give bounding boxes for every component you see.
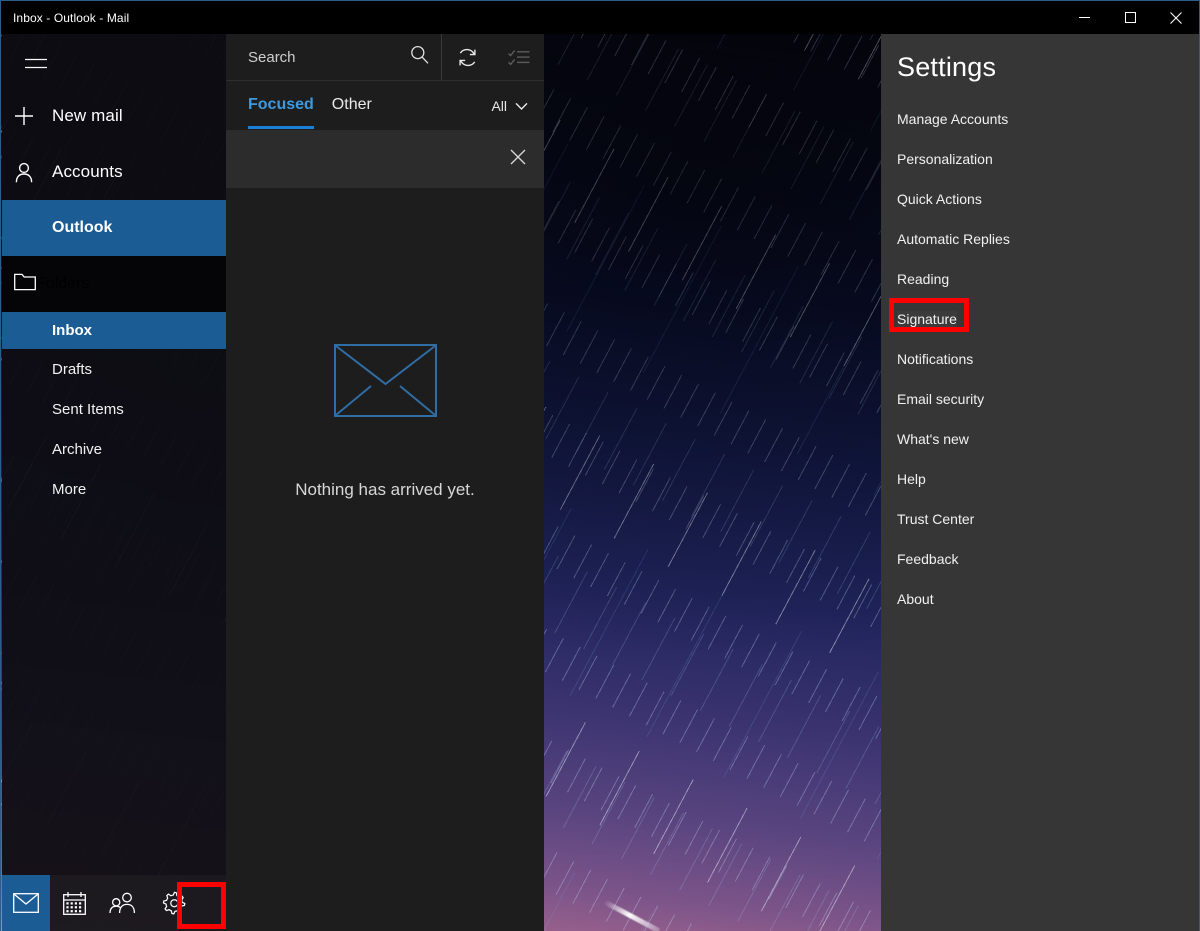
folder-item-more[interactable]: More	[2, 469, 226, 509]
chevron-down-icon	[515, 98, 528, 114]
selection-mode-button[interactable]	[493, 34, 544, 80]
new-mail-label: New mail	[52, 106, 123, 125]
search-placeholder: Search	[248, 48, 296, 66]
person-icon	[14, 162, 52, 183]
sync-button[interactable]	[442, 34, 493, 80]
minimize-button[interactable]	[1061, 1, 1107, 34]
search-toolbar: Search	[226, 34, 544, 81]
message-list-pane: Search Focused Other All Nothing has arr…	[226, 34, 544, 931]
settings-item-label: Signature	[897, 311, 957, 327]
settings-title: Settings	[897, 52, 997, 82]
empty-state-text: Nothing has arrived yet.	[295, 480, 475, 499]
settings-pane: Settings Manage Accounts Personalization…	[881, 34, 1199, 931]
folder-icon	[14, 273, 36, 296]
hamburger-menu-button[interactable]	[14, 44, 58, 84]
envelope-outline-icon	[333, 344, 437, 422]
account-name-label: Outlook	[52, 219, 113, 236]
settings-item-label: What's new	[897, 431, 969, 447]
settings-item-signature[interactable]: Signature	[881, 298, 1199, 339]
pivot-row: Focused Other All	[226, 81, 544, 131]
settings-item-help[interactable]: Help	[881, 459, 1199, 499]
settings-item-feedback[interactable]: Feedback	[881, 539, 1199, 579]
settings-item-email-security[interactable]: Email security	[881, 379, 1199, 419]
folders-header[interactable]: Folders	[2, 256, 226, 312]
pivot-other[interactable]: Other	[332, 96, 372, 116]
window-controls	[1061, 1, 1199, 34]
folders-label: Folders	[36, 275, 90, 292]
settings-item-label: Email security	[897, 391, 985, 407]
settings-item-automatic-replies[interactable]: Automatic Replies	[881, 219, 1199, 259]
people-icon	[108, 892, 135, 914]
settings-item-manage-accounts[interactable]: Manage Accounts	[881, 99, 1199, 139]
settings-item-reading[interactable]: Reading	[881, 259, 1199, 299]
sync-refresh-icon	[459, 48, 476, 66]
mail-app-window: Inbox - Outlook - Mail New mail Accounts…	[0, 0, 1200, 931]
search-icon	[410, 45, 429, 69]
tab-people[interactable]	[98, 875, 146, 931]
settings-item-label: Reading	[897, 271, 950, 287]
settings-item-label: Notifications	[897, 351, 974, 367]
filter-dropdown[interactable]: All	[491, 98, 528, 114]
account-item-outlook[interactable]: Outlook	[2, 200, 226, 256]
folder-item-drafts[interactable]: Drafts	[2, 349, 226, 389]
folder-label: Inbox	[52, 322, 92, 339]
empty-state: Nothing has arrived yet.	[226, 344, 544, 500]
info-banner	[226, 131, 544, 188]
accounts-button[interactable]: Accounts	[2, 144, 226, 200]
selection-mode-icon	[507, 50, 529, 66]
settings-item-label: About	[897, 591, 934, 607]
filter-label: All	[491, 97, 507, 114]
settings-item-label: Help	[897, 471, 926, 487]
tab-mail[interactable]	[2, 875, 50, 931]
folder-label: More	[52, 480, 87, 498]
settings-item-label: Automatic Replies	[897, 231, 1010, 247]
settings-item-quick-actions[interactable]: Quick Actions	[881, 179, 1199, 219]
accounts-label: Accounts	[52, 162, 123, 181]
settings-item-personalization[interactable]: Personalization	[881, 139, 1199, 179]
left-sidebar: New mail Accounts Outlook Folders Inbox …	[2, 34, 226, 875]
settings-item-about[interactable]: About	[881, 579, 1199, 619]
banner-close-button[interactable]	[510, 149, 526, 170]
search-input[interactable]: Search	[226, 34, 442, 80]
folder-label: Sent Items	[52, 400, 124, 418]
folder-item-inbox[interactable]: Inbox	[2, 312, 226, 349]
folder-label: Drafts	[52, 360, 93, 378]
settings-item-label: Personalization	[897, 151, 993, 167]
hamburger-row	[2, 40, 226, 88]
gear-icon	[162, 891, 185, 915]
settings-item-label: Manage Accounts	[897, 111, 1009, 127]
settings-list: Manage Accounts Personalization Quick Ac…	[881, 99, 1199, 619]
plus-icon	[14, 106, 52, 126]
envelope-icon	[13, 893, 39, 913]
close-icon	[510, 149, 526, 165]
settings-item-label: Trust Center	[897, 511, 975, 527]
folder-item-archive[interactable]: Archive	[2, 429, 226, 469]
settings-item-label: Quick Actions	[897, 191, 982, 207]
settings-item-label: Feedback	[897, 551, 959, 567]
pivot-focused[interactable]: Focused	[248, 96, 314, 129]
folder-label: Archive	[52, 440, 103, 458]
folder-item-sent-items[interactable]: Sent Items	[2, 389, 226, 429]
settings-item-notifications[interactable]: Notifications	[881, 339, 1199, 379]
window-title: Inbox - Outlook - Mail	[13, 10, 130, 25]
calendar-icon	[62, 891, 86, 915]
settings-item-trust-center[interactable]: Trust Center	[881, 499, 1199, 539]
tab-settings[interactable]	[150, 875, 198, 931]
maximize-button[interactable]	[1107, 1, 1153, 34]
close-button[interactable]	[1153, 1, 1199, 34]
title-bar: Inbox - Outlook - Mail	[1, 1, 1199, 34]
settings-item-whats-new[interactable]: What's new	[881, 419, 1199, 459]
bottom-tab-bar	[2, 875, 226, 931]
tab-calendar[interactable]	[50, 875, 98, 931]
new-mail-button[interactable]: New mail	[2, 88, 226, 144]
